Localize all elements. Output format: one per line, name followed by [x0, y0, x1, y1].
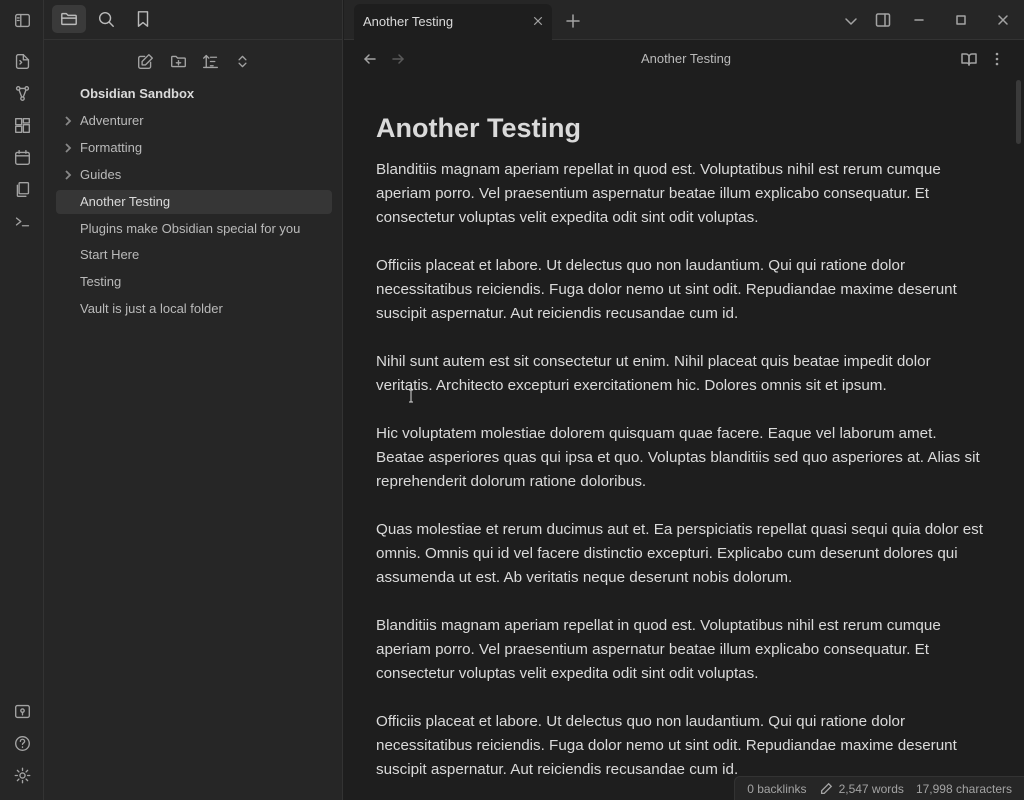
tab-another-testing[interactable]: Another Testing — [354, 4, 552, 40]
chevron-right-icon — [62, 109, 74, 133]
vault-name[interactable]: Obsidian Sandbox — [80, 86, 194, 101]
paragraph: Hic voluptatem molestiae dolorem quisqua… — [376, 425, 980, 490]
close-window-icon — [998, 15, 1008, 25]
file-item-vault-local-folder[interactable]: Vault is just a local folder — [56, 297, 332, 321]
toggle-right-sidebar-button[interactable] — [873, 10, 893, 30]
file-item-testing[interactable]: Testing — [56, 270, 332, 294]
file-label: Plugins make Obsidian special for you — [80, 221, 301, 236]
more-options-button[interactable] — [987, 49, 1007, 69]
folder-item-guides[interactable]: Guides — [56, 163, 332, 187]
file-label: Vault is just a local folder — [80, 301, 223, 316]
folder-label: Adventurer — [80, 113, 144, 128]
view-header-title[interactable]: Another Testing — [344, 51, 1024, 66]
ribbon — [0, 0, 44, 800]
file-item-another-testing[interactable]: Another Testing — [56, 190, 332, 214]
file-label: Testing — [80, 274, 122, 289]
character-count: 17,998 characters — [915, 781, 1012, 796]
chevron-down-icon — [845, 18, 857, 25]
collapse-all-button[interactable] — [231, 50, 253, 72]
search-icon — [98, 11, 114, 27]
scrollbar-thumb[interactable] — [1016, 80, 1021, 144]
sidebar-tab-bar — [44, 0, 343, 40]
folder-item-formatting[interactable]: Formatting — [56, 136, 332, 160]
book-open-icon — [961, 53, 977, 66]
sort-icon — [202, 54, 218, 68]
tab-title: Another Testing — [363, 14, 454, 29]
bookmarks-tab[interactable] — [126, 5, 160, 33]
minimize-window-button[interactable] — [909, 10, 929, 30]
text-cursor-icon — [409, 389, 413, 403]
chevron-right-icon — [62, 163, 74, 187]
command-palette-icon[interactable] — [12, 211, 32, 231]
plus-icon — [566, 14, 580, 28]
help-icon[interactable] — [12, 733, 32, 753]
templates-icon[interactable] — [12, 179, 32, 199]
backlinks-count[interactable]: 0 backlinks — [747, 782, 806, 796]
folder-label: Guides — [80, 167, 122, 182]
maximize-icon — [956, 15, 966, 25]
paragraph: Officiis placeat et labore. Ut delectus … — [376, 713, 957, 778]
vault-switcher-icon[interactable] — [12, 701, 32, 721]
close-tab-button[interactable] — [530, 13, 546, 29]
view-header: Another Testing — [344, 40, 1024, 78]
new-folder-button[interactable] — [167, 50, 189, 72]
close-icon — [533, 16, 543, 26]
file-label: Another Testing — [80, 194, 171, 209]
status-bar: 0 backlinks 2,547 words 17,998 character… — [734, 776, 1024, 800]
maximize-window-button[interactable] — [951, 10, 971, 30]
file-label: Start Here — [80, 247, 140, 262]
tab-bar: Another Testing — [344, 0, 1024, 40]
folder-label: Formatting — [80, 140, 143, 155]
paragraph: Blanditiis magnam aperiam repellat in qu… — [376, 161, 941, 226]
new-folder-icon — [170, 55, 186, 67]
chevrons-up-down-icon — [237, 55, 247, 67]
minimize-icon — [914, 19, 924, 21]
graph-view-icon[interactable] — [12, 83, 32, 103]
canvas-icon[interactable] — [12, 115, 32, 135]
paragraph: Officiis placeat et labore. Ut delectus … — [376, 257, 957, 322]
new-note-button[interactable] — [134, 50, 156, 72]
reading-view-button[interactable] — [959, 49, 979, 69]
new-note-icon — [137, 53, 153, 69]
pencil-icon[interactable] — [819, 782, 833, 796]
settings-icon[interactable] — [12, 765, 32, 785]
files-tab[interactable] — [52, 5, 86, 33]
file-explorer-sidebar: Obsidian Sandbox Adventurer Formatting G… — [44, 0, 343, 800]
new-tab-button[interactable] — [563, 11, 583, 31]
search-tab[interactable] — [89, 5, 123, 33]
daily-note-icon[interactable] — [12, 147, 32, 167]
note-content[interactable]: Another Testing Blanditiis magnam aperia… — [376, 108, 986, 800]
more-vertical-icon — [995, 52, 999, 66]
files-icon — [61, 12, 77, 26]
paragraph: Blanditiis magnam aperiam repellat in qu… — [376, 617, 941, 682]
chevron-right-icon — [62, 136, 74, 160]
paragraph: Nihil sunt autem est sit consectetur ut … — [376, 353, 931, 394]
folder-item-adventurer[interactable]: Adventurer — [56, 109, 332, 133]
change-sort-order-button[interactable] — [199, 50, 221, 72]
right-sidebar-icon — [875, 13, 891, 27]
paragraph: Quas molestiae et rerum ducimus aut et. … — [376, 521, 983, 586]
word-count: 2,547 words — [838, 781, 904, 796]
tab-list-button[interactable] — [841, 11, 861, 31]
bookmark-icon — [137, 11, 149, 27]
editor-area: Another Testing Another Testing Another … — [344, 0, 1024, 800]
note-title: Another Testing — [376, 113, 581, 143]
close-window-button[interactable] — [993, 10, 1013, 30]
file-item-plugins[interactable]: Plugins make Obsidian special for you — [56, 217, 332, 241]
open-quick-switcher-icon[interactable] — [12, 51, 32, 71]
sidebar-toggle-icon[interactable] — [12, 10, 32, 30]
file-item-start-here[interactable]: Start Here — [56, 243, 332, 267]
